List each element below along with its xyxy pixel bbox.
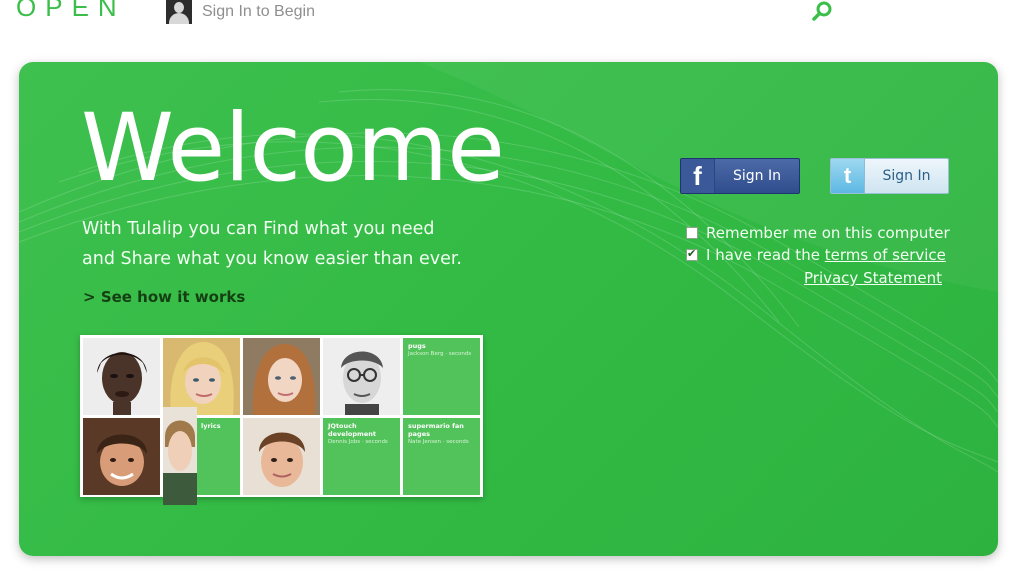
remember-me-row: Remember me on this computer — [686, 224, 950, 242]
privacy-statement-link[interactable]: Privacy Statement — [804, 269, 942, 287]
search-icon[interactable] — [810, 0, 836, 24]
tile-subtitle: Dennis Jobs · seconds — [328, 439, 388, 445]
tagline-line-2: and Share what you know easier than ever… — [82, 249, 462, 269]
user-silhouette-icon — [166, 0, 192, 24]
welcome-panel: Welcome With Tulalip you can Find what y… — [19, 62, 998, 556]
terms-row: I have read the terms of service — [686, 246, 946, 264]
terms-label: I have read the terms of service — [706, 246, 946, 264]
facebook-signin-button[interactable]: f Sign In — [680, 158, 800, 194]
twitter-icon: t — [831, 159, 865, 193]
top-bar: OPEN Sign In to Begin — [0, 0, 1024, 30]
tile-subtitle: Jackson Berg · seconds — [408, 351, 472, 357]
see-how-link[interactable]: > See how it works — [83, 288, 245, 306]
signin-prompt-label[interactable]: Sign In to Begin — [202, 3, 315, 21]
facebook-signin-label: Sign In — [733, 168, 781, 184]
terms-of-service-link[interactable]: terms of service — [825, 246, 946, 264]
tile-card[interactable]: supermario fan pages Nate Jensen · secon… — [403, 418, 480, 495]
profile-photo — [83, 418, 160, 495]
remember-me-label: Remember me on this computer — [706, 224, 950, 242]
profile-photo — [163, 407, 197, 505]
terms-checkbox[interactable] — [686, 247, 698, 261]
welcome-tagline: With Tulalip you can Find what you need … — [82, 214, 522, 274]
remember-me-checkbox[interactable] — [686, 227, 698, 239]
welcome-title: Welcome — [81, 94, 505, 203]
tile-subtitle: Nate Jensen · seconds — [408, 439, 469, 445]
profile-photo — [163, 338, 240, 415]
see-how-label[interactable]: See how it works — [101, 288, 245, 306]
profile-photo — [243, 338, 320, 415]
twitter-signin-label: Sign In — [882, 168, 931, 184]
brand-logo: OPEN — [16, 0, 126, 22]
terms-prefix: I have read the — [706, 246, 820, 264]
twitter-signin-button[interactable]: t Sign In — [830, 158, 949, 194]
tile-card[interactable]: JQtouch development Dennis Jobs · second… — [323, 418, 400, 495]
profile-photo — [323, 338, 400, 415]
profile-photo — [83, 338, 160, 415]
tile-title: pugs — [408, 342, 426, 350]
tile-title: lyrics — [201, 422, 221, 430]
tagline-line-1: With Tulalip you can Find what you need — [82, 219, 435, 239]
tile-title: JQtouch development — [328, 422, 376, 438]
tile-mosaic: pugs Jackson Berg · seconds lyrics JQtou… — [80, 335, 483, 505]
tile-title: supermario fan pages — [408, 422, 464, 438]
profile-photo — [243, 418, 320, 495]
facebook-icon: f — [681, 159, 715, 193]
tile-card[interactable]: pugs Jackson Berg · seconds — [403, 338, 480, 415]
signin-prompt[interactable]: Sign In to Begin — [166, 0, 315, 24]
chevron-right-icon: > — [83, 288, 96, 306]
